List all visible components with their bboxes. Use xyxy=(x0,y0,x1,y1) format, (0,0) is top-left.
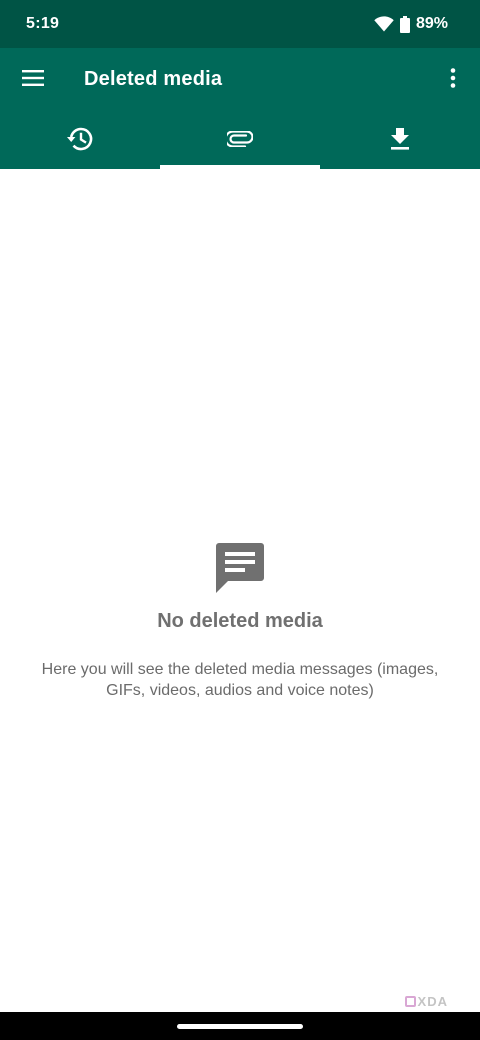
attachment-icon xyxy=(224,129,254,152)
tab-attachments[interactable] xyxy=(160,113,320,169)
wifi-icon xyxy=(374,16,394,32)
selected-tab-indicator xyxy=(160,165,320,169)
status-time: 5:19 xyxy=(26,15,60,32)
home-gesture-handle[interactable] xyxy=(177,1024,303,1029)
navigation-bar xyxy=(0,1012,480,1040)
battery-percentage: 89% xyxy=(415,15,448,32)
status-bar: 5:19 89% xyxy=(0,0,480,48)
empty-state: No deleted media Here you will see the d… xyxy=(0,540,480,701)
hamburger-menu-icon xyxy=(22,69,44,91)
page-title: Deleted media xyxy=(84,68,223,90)
message-icon xyxy=(212,540,268,596)
tab-history[interactable] xyxy=(0,113,160,169)
download-icon xyxy=(390,127,410,155)
tab-downloads[interactable] xyxy=(320,113,480,169)
empty-state-title: No deleted media xyxy=(157,610,323,632)
watermark-logo-icon xyxy=(404,996,416,1007)
empty-state-description: Here you will see the deleted media mess… xyxy=(41,661,439,699)
watermark-text: XDA xyxy=(417,994,448,1009)
battery-icon xyxy=(399,15,410,33)
more-vert-icon xyxy=(450,67,456,93)
status-icons: 89% xyxy=(374,15,448,33)
menu-button[interactable] xyxy=(12,59,54,101)
tab-bar xyxy=(0,113,480,169)
app-bar: Deleted media xyxy=(0,48,480,113)
xda-watermark: XDA xyxy=(404,994,448,1009)
history-icon xyxy=(67,127,93,156)
more-options-button[interactable] xyxy=(438,59,468,101)
